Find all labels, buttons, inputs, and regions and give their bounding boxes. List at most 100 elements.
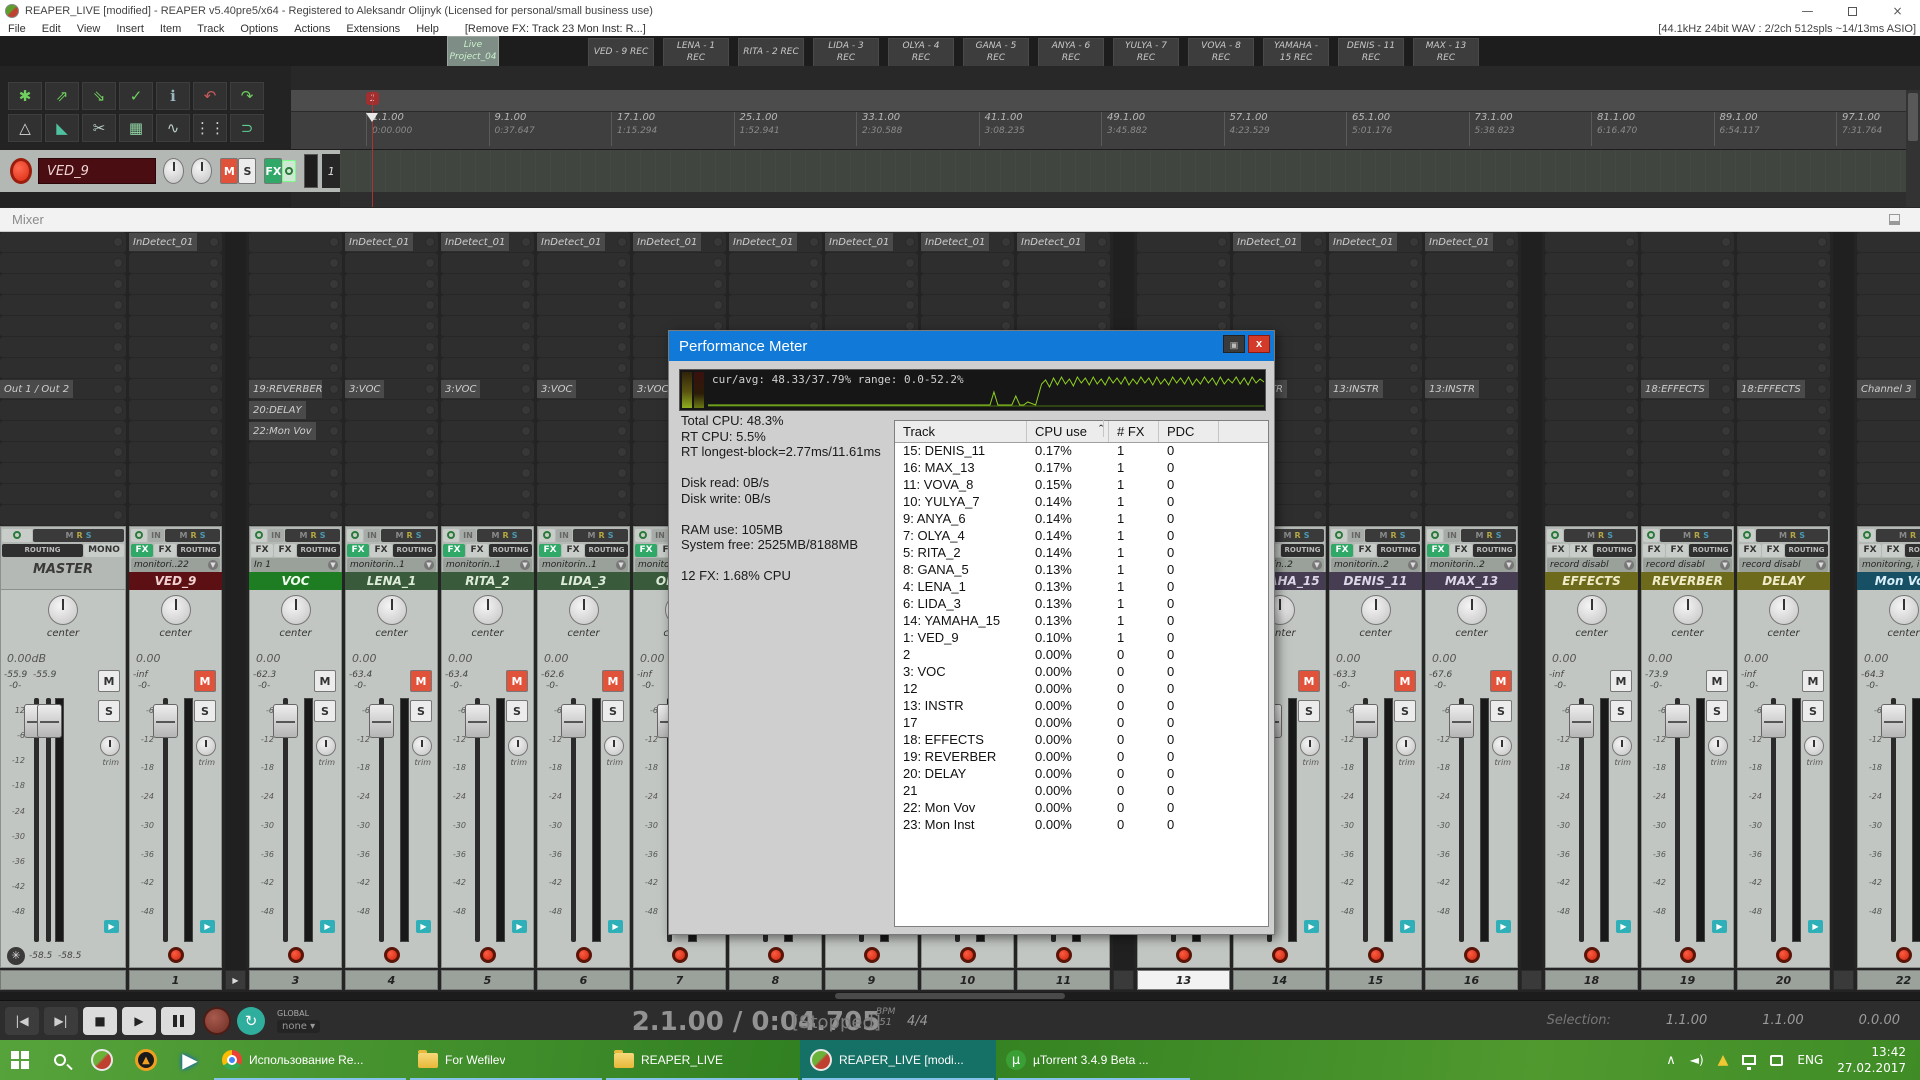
record-mode-dropdown[interactable]: monitorin..1▼ [443,558,532,572]
strip-number[interactable]: 7 [633,970,726,990]
strip-number[interactable]: 10 [921,970,1014,990]
grid-button[interactable]: ⋮⋮ [193,114,227,142]
slot-knob[interactable] [905,279,915,289]
trim-knob[interactable] [196,736,216,756]
routing-button[interactable]: ROUTING [2,544,83,557]
mute-button[interactable]: M [1610,670,1632,692]
mixer-slot[interactable] [537,295,630,316]
slot-knob[interactable] [209,237,219,247]
mixer-slot[interactable] [249,505,342,526]
mixer-slot[interactable] [345,484,438,505]
slot-knob[interactable] [1505,363,1515,373]
record-mode-dropdown[interactable]: monitori..22▼ [131,558,220,572]
solo-button[interactable]: S [1706,700,1728,722]
menu-view[interactable]: View [69,23,109,35]
slot-knob[interactable] [113,426,123,436]
mixer-slot[interactable] [1329,295,1422,316]
global-automation-value[interactable]: none ▾ [277,1020,320,1033]
slot-knob[interactable] [521,279,531,289]
mixer-slot[interactable] [1137,232,1230,253]
pan-knob[interactable] [1673,595,1703,625]
scrollbar-thumb[interactable] [835,993,1065,999]
send-label[interactable]: 3:VOC [441,380,480,398]
slot-knob[interactable] [617,426,627,436]
slot-knob[interactable] [1313,384,1323,394]
env-play-icon[interactable]: ▶ [1712,920,1727,933]
tab-track-9[interactable]: VOVA - 8REC [1188,38,1254,66]
fx-chain-button[interactable]: FX [274,544,296,557]
slot-knob[interactable] [209,363,219,373]
env-play-icon[interactable]: ▶ [1616,920,1631,933]
slot-knob[interactable] [1409,237,1419,247]
slot-knob[interactable] [209,342,219,352]
slot-knob[interactable] [1625,363,1635,373]
mixer-slot[interactable] [1545,379,1638,400]
track-name[interactable]: MAX_13 [1425,572,1518,590]
slot-knob[interactable] [1313,342,1323,352]
slot-knob[interactable] [1313,363,1323,373]
slot-knob[interactable] [1505,237,1515,247]
slot-knob[interactable] [1721,300,1731,310]
crossfade-button[interactable]: ✂ [82,114,116,142]
column-header-fx[interactable]: # FX [1109,421,1159,442]
trim-knob[interactable] [1708,736,1728,756]
slot-knob[interactable] [425,363,435,373]
slot-knob[interactable] [329,447,339,457]
slot-knob[interactable] [1001,279,1011,289]
slot-knob[interactable] [1817,510,1827,520]
slot-knob[interactable] [113,258,123,268]
slot-knob[interactable] [1625,447,1635,457]
mixer-slot[interactable]: 18:EFFECTS [1641,379,1734,400]
slot-knob[interactable] [1313,279,1323,289]
node-edit-button[interactable]: ∿ [156,114,190,142]
mixer-slot[interactable] [1137,295,1230,316]
mute-button[interactable]: M [194,670,216,692]
solo-button[interactable]: S [194,700,216,722]
slot-knob[interactable] [1505,321,1515,331]
volume-value[interactable]: 0.00 [1648,652,1673,665]
mixer-slot[interactable]: InDetect_01 [729,232,822,253]
tab-track-12[interactable]: MAX - 13REC [1413,38,1479,66]
mixer-slot[interactable]: InDetect_01 [921,232,1014,253]
fx-power-button[interactable] [131,529,147,542]
bpm-box[interactable]: BPM 51 [876,1007,895,1028]
slot-knob[interactable] [617,342,627,352]
fx-button[interactable]: FX [1547,544,1569,557]
fx-chain-button[interactable]: FX [1882,544,1904,557]
fx-button[interactable]: FX [347,544,369,557]
slot-knob[interactable] [1505,258,1515,268]
trim-knob[interactable] [1492,736,1512,756]
slot-knob[interactable] [1505,384,1515,394]
slot-knob[interactable] [1505,279,1515,289]
slot-knob[interactable] [617,489,627,499]
slot-knob[interactable] [1313,489,1323,499]
mixer-slot[interactable] [441,400,534,421]
mixer-slot[interactable] [1545,358,1638,379]
mixer-slot[interactable]: 13:INSTR [1425,379,1518,400]
fx-chain-button[interactable]: FX [1762,544,1784,557]
mixer-slot[interactable] [1545,421,1638,442]
track-name[interactable]: EFFECTS [1545,572,1638,590]
slot-knob[interactable] [713,237,723,247]
mixer-slot[interactable] [0,400,126,421]
mixer-slot[interactable] [129,253,222,274]
fx-button[interactable]: FX [539,544,561,557]
trim-knob[interactable] [316,736,336,756]
mixer-slot[interactable]: InDetect_01 [345,232,438,253]
project-info-button[interactable]: ℹ [156,82,190,110]
volume-value[interactable]: 0.00 [1552,652,1577,665]
slot-knob[interactable] [617,510,627,520]
bpm-value[interactable]: 51 [876,1017,895,1028]
mixer-slot[interactable]: Channel 3 [1857,379,1920,400]
mixer-slot[interactable] [441,484,534,505]
slot-knob[interactable] [425,426,435,436]
fader-handle-right[interactable] [37,704,62,738]
mixer-slot[interactable] [1425,274,1518,295]
mixer-slot[interactable] [1425,463,1518,484]
pan-knob[interactable] [1769,595,1799,625]
mixer-slot[interactable] [1641,463,1734,484]
slot-knob[interactable] [1625,426,1635,436]
input-fx-label[interactable]: InDetect_01 [921,233,989,251]
env-play-icon[interactable]: ▶ [200,920,215,933]
slot-knob[interactable] [1817,321,1827,331]
